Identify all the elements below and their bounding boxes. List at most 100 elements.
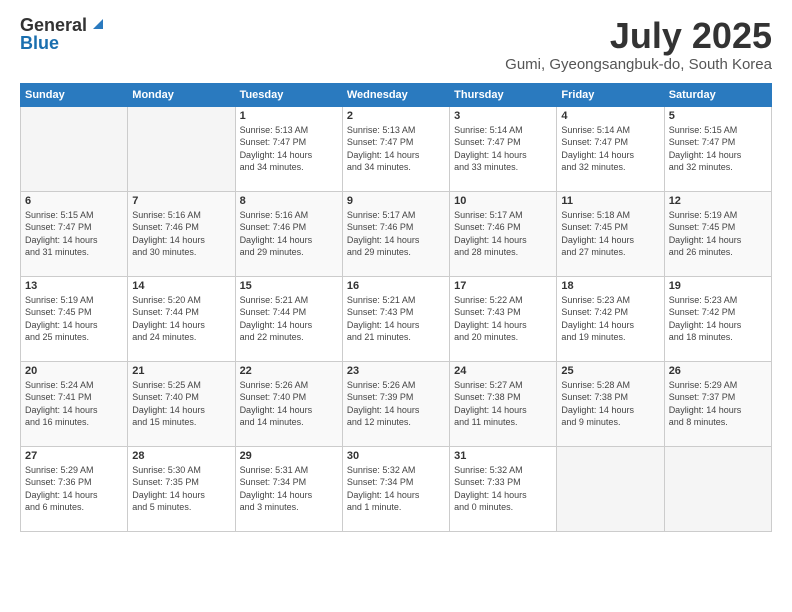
day-number: 24 — [454, 365, 552, 377]
calendar-cell: 31 Sunrise: 5:32 AM Sunset: 7:33 PM Dayli… — [450, 446, 557, 531]
calendar-cell — [664, 446, 771, 531]
day-number: 3 — [454, 110, 552, 122]
day-info: Sunrise: 5:19 AM Sunset: 7:45 PM Dayligh… — [669, 209, 767, 259]
calendar-header: SundayMondayTuesdayWednesdayThursdayFrid… — [21, 83, 772, 106]
day-info: Sunrise: 5:16 AM Sunset: 7:46 PM Dayligh… — [132, 209, 230, 259]
day-info: Sunrise: 5:29 AM Sunset: 7:36 PM Dayligh… — [25, 464, 123, 514]
day-number: 26 — [669, 365, 767, 377]
weekday-friday: Friday — [557, 83, 664, 106]
day-info: Sunrise: 5:27 AM Sunset: 7:38 PM Dayligh… — [454, 379, 552, 429]
day-number: 28 — [132, 450, 230, 462]
day-number: 22 — [240, 365, 338, 377]
calendar-cell: 3 Sunrise: 5:14 AM Sunset: 7:47 PM Daylig… — [450, 106, 557, 191]
calendar-cell: 28 Sunrise: 5:30 AM Sunset: 7:35 PM Dayli… — [128, 446, 235, 531]
calendar-cell: 2Sunrise: 5:13 AM Sunset: 7:47 PM Daylig… — [342, 106, 449, 191]
day-info: Sunrise: 5:32 AM Sunset: 7:34 PM Dayligh… — [347, 464, 445, 514]
day-number: 31 — [454, 450, 552, 462]
calendar-cell: 18 Sunrise: 5:23 AM Sunset: 7:42 PM Dayli… — [557, 276, 664, 361]
calendar-cell: 9 Sunrise: 5:17 AM Sunset: 7:46 PM Daylig… — [342, 191, 449, 276]
week-row-2: 6 Sunrise: 5:15 AM Sunset: 7:47 PM Daylig… — [21, 191, 772, 276]
day-info: Sunrise: 5:13 AM Sunset: 7:47 PM Dayligh… — [240, 124, 338, 174]
weekday-tuesday: Tuesday — [235, 83, 342, 106]
weekday-monday: Monday — [128, 83, 235, 106]
week-row-1: 1 Sunrise: 5:13 AM Sunset: 7:47 PM Daylig… — [21, 106, 772, 191]
calendar-cell: 30 Sunrise: 5:32 AM Sunset: 7:34 PM Dayli… — [342, 446, 449, 531]
day-number: 23 — [347, 365, 445, 377]
day-info: Sunrise: 5:29 AM Sunset: 7:37 PM Dayligh… — [669, 379, 767, 429]
calendar-cell: 24 Sunrise: 5:27 AM Sunset: 7:38 PM Dayli… — [450, 361, 557, 446]
day-info: Sunrise: 5:31 AM Sunset: 7:34 PM Dayligh… — [240, 464, 338, 514]
day-number: 29 — [240, 450, 338, 462]
day-info: Sunrise: 5:24 AM Sunset: 7:41 PM Dayligh… — [25, 379, 123, 429]
day-number: 20 — [25, 365, 123, 377]
day-number: 5 — [669, 110, 767, 122]
calendar-cell: 17Sunrise: 5:22 AM Sunset: 7:43 PM Dayli… — [450, 276, 557, 361]
calendar-cell: 20 Sunrise: 5:24 AM Sunset: 7:41 PM Dayli… — [21, 361, 128, 446]
day-info: Sunrise: 5:14 AM Sunset: 7:47 PM Dayligh… — [454, 124, 552, 174]
day-info: Sunrise: 5:17 AM Sunset: 7:46 PM Dayligh… — [454, 209, 552, 259]
day-info: Sunrise: 5:32 AM Sunset: 7:33 PM Dayligh… — [454, 464, 552, 514]
day-number: 7 — [132, 195, 230, 207]
day-info: Sunrise: 5:17 AM Sunset: 7:46 PM Dayligh… — [347, 209, 445, 259]
day-number: 1 — [240, 110, 338, 122]
calendar-cell: 6 Sunrise: 5:15 AM Sunset: 7:47 PM Daylig… — [21, 191, 128, 276]
logo-icon — [89, 15, 107, 33]
week-row-3: 13Sunrise: 5:19 AM Sunset: 7:45 PM Dayli… — [21, 276, 772, 361]
main-title: July 2025 — [505, 16, 772, 56]
day-info: Sunrise: 5:25 AM Sunset: 7:40 PM Dayligh… — [132, 379, 230, 429]
day-info: Sunrise: 5:21 AM Sunset: 7:44 PM Dayligh… — [240, 294, 338, 344]
logo-blue: Blue — [20, 34, 59, 52]
day-info: Sunrise: 5:26 AM Sunset: 7:39 PM Dayligh… — [347, 379, 445, 429]
day-number: 8 — [240, 195, 338, 207]
day-number: 16 — [347, 280, 445, 292]
calendar-cell: 4Sunrise: 5:14 AM Sunset: 7:47 PM Daylig… — [557, 106, 664, 191]
calendar-cell: 21Sunrise: 5:25 AM Sunset: 7:40 PM Dayli… — [128, 361, 235, 446]
calendar-cell: 15 Sunrise: 5:21 AM Sunset: 7:44 PM Dayli… — [235, 276, 342, 361]
calendar-cell — [128, 106, 235, 191]
weekday-sunday: Sunday — [21, 83, 128, 106]
day-number: 15 — [240, 280, 338, 292]
title-area: July 2025 Gumi, Gyeongsangbuk-do, South … — [505, 16, 772, 73]
calendar-cell: 8 Sunrise: 5:16 AM Sunset: 7:46 PM Daylig… — [235, 191, 342, 276]
day-number: 27 — [25, 450, 123, 462]
calendar-cell: 26 Sunrise: 5:29 AM Sunset: 7:37 PM Dayli… — [664, 361, 771, 446]
day-info: Sunrise: 5:15 AM Sunset: 7:47 PM Dayligh… — [25, 209, 123, 259]
weekday-row: SundayMondayTuesdayWednesdayThursdayFrid… — [21, 83, 772, 106]
day-info: Sunrise: 5:26 AM Sunset: 7:40 PM Dayligh… — [240, 379, 338, 429]
day-number: 9 — [347, 195, 445, 207]
day-number: 6 — [25, 195, 123, 207]
calendar-cell — [21, 106, 128, 191]
calendar-cell — [557, 446, 664, 531]
calendar-cell: 29 Sunrise: 5:31 AM Sunset: 7:34 PM Dayli… — [235, 446, 342, 531]
calendar-cell: 22 Sunrise: 5:26 AM Sunset: 7:40 PM Dayli… — [235, 361, 342, 446]
day-number: 11 — [561, 195, 659, 207]
day-info: Sunrise: 5:28 AM Sunset: 7:38 PM Dayligh… — [561, 379, 659, 429]
day-info: Sunrise: 5:30 AM Sunset: 7:35 PM Dayligh… — [132, 464, 230, 514]
day-number: 17 — [454, 280, 552, 292]
day-info: Sunrise: 5:13 AM Sunset: 7:47 PM Dayligh… — [347, 124, 445, 174]
calendar-cell: 1 Sunrise: 5:13 AM Sunset: 7:47 PM Daylig… — [235, 106, 342, 191]
day-info: Sunrise: 5:18 AM Sunset: 7:45 PM Dayligh… — [561, 209, 659, 259]
day-info: Sunrise: 5:23 AM Sunset: 7:42 PM Dayligh… — [561, 294, 659, 344]
day-info: Sunrise: 5:23 AM Sunset: 7:42 PM Dayligh… — [669, 294, 767, 344]
day-number: 30 — [347, 450, 445, 462]
calendar-cell: 10Sunrise: 5:17 AM Sunset: 7:46 PM Dayli… — [450, 191, 557, 276]
calendar-cell: 11 Sunrise: 5:18 AM Sunset: 7:45 PM Dayli… — [557, 191, 664, 276]
day-info: Sunrise: 5:15 AM Sunset: 7:47 PM Dayligh… — [669, 124, 767, 174]
subtitle: Gumi, Gyeongsangbuk-do, South Korea — [505, 56, 772, 73]
logo: General Blue — [20, 16, 107, 52]
calendar-cell: 23 Sunrise: 5:26 AM Sunset: 7:39 PM Dayli… — [342, 361, 449, 446]
logo-general: General — [20, 16, 87, 34]
day-info: Sunrise: 5:19 AM Sunset: 7:45 PM Dayligh… — [25, 294, 123, 344]
weekday-wednesday: Wednesday — [342, 83, 449, 106]
day-info: Sunrise: 5:20 AM Sunset: 7:44 PM Dayligh… — [132, 294, 230, 344]
header: General Blue July 2025 Gumi, Gyeongsangb… — [20, 16, 772, 73]
day-number: 18 — [561, 280, 659, 292]
calendar-cell: 14Sunrise: 5:20 AM Sunset: 7:44 PM Dayli… — [128, 276, 235, 361]
day-number: 4 — [561, 110, 659, 122]
day-info: Sunrise: 5:16 AM Sunset: 7:46 PM Dayligh… — [240, 209, 338, 259]
week-row-5: 27 Sunrise: 5:29 AM Sunset: 7:36 PM Dayli… — [21, 446, 772, 531]
page: General Blue July 2025 Gumi, Gyeongsangb… — [0, 0, 792, 612]
day-number: 19 — [669, 280, 767, 292]
calendar-cell: 12Sunrise: 5:19 AM Sunset: 7:45 PM Dayli… — [664, 191, 771, 276]
